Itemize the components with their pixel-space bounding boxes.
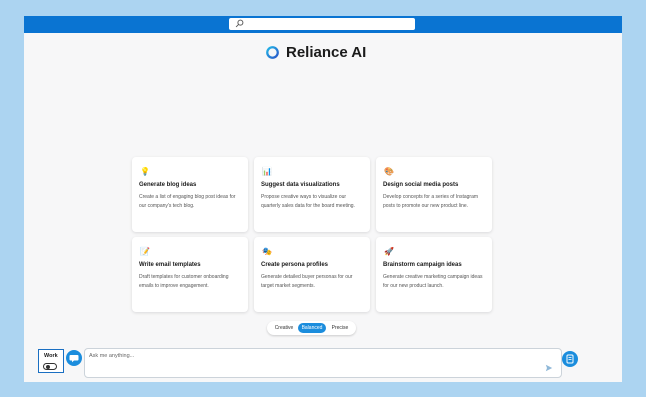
prompt-card-campaign-ideas[interactable]: 🚀 Brainstorm campaign ideas Generate cre… xyxy=(376,237,492,312)
card-title: Brainstorm campaign ideas xyxy=(383,262,462,268)
search-input[interactable] xyxy=(229,18,415,30)
mode-balanced-button[interactable]: Balanced xyxy=(298,323,326,333)
card-description: Propose creative ways to visualize our q… xyxy=(261,194,355,209)
app-window: Reliance AI 💡 Generate blog ideas Create… xyxy=(24,16,622,382)
card-title: Write email templates xyxy=(139,262,201,268)
send-icon[interactable] xyxy=(545,364,553,372)
rocket-icon: 🚀 xyxy=(384,247,394,256)
prompt-card-data-visualizations[interactable]: 📊 Suggest data visualizations Propose cr… xyxy=(254,157,370,232)
chat-input-placeholder: Ask me anything... xyxy=(89,353,135,359)
prompt-card-blog-ideas[interactable]: 💡 Generate blog ideas Create a list of e… xyxy=(132,157,248,232)
card-title: Suggest data visualizations xyxy=(261,182,340,188)
card-description: Generate creative marketing campaign ide… xyxy=(383,274,483,289)
work-label: Work xyxy=(44,353,58,359)
work-toggle[interactable] xyxy=(43,363,57,370)
logo-icon xyxy=(266,46,279,59)
card-description: Draft templates for customer onboarding … xyxy=(139,274,229,289)
page-title: Reliance AI xyxy=(286,44,367,61)
prompt-card-email-templates[interactable]: 📝 Write email templates Draft templates … xyxy=(132,237,248,312)
top-bar xyxy=(24,16,622,33)
work-toggle-panel: Work xyxy=(38,349,64,373)
palette-icon: 🎨 xyxy=(384,167,394,176)
card-title: Design social media posts xyxy=(383,182,459,188)
memo-icon: 📝 xyxy=(140,247,150,256)
lightbulb-icon: 💡 xyxy=(140,167,150,176)
new-chat-button[interactable] xyxy=(66,350,82,366)
card-title: Generate blog ideas xyxy=(139,182,197,188)
prompt-card-persona-profiles[interactable]: 🎭 Create persona profiles Generate detai… xyxy=(254,237,370,312)
chat-icon xyxy=(69,355,79,363)
card-description: Develop concepts for a series of Instagr… xyxy=(383,194,479,209)
conversation-style-selector: Creative Balanced Precise xyxy=(267,321,356,335)
mode-precise-button[interactable]: Precise xyxy=(327,323,353,333)
notebook-button[interactable] xyxy=(562,351,578,367)
theater-masks-icon: 🎭 xyxy=(262,247,272,256)
bar-chart-icon: 📊 xyxy=(262,167,272,176)
card-title: Create persona profiles xyxy=(261,262,329,268)
notebook-icon xyxy=(566,354,574,364)
card-description: Create a list of engaging blog post idea… xyxy=(139,194,236,209)
mode-creative-button[interactable]: Creative xyxy=(271,323,297,333)
chat-input[interactable]: Ask me anything... xyxy=(84,348,562,378)
prompt-card-social-media[interactable]: 🎨 Design social media posts Develop conc… xyxy=(376,157,492,232)
brand: Reliance AI xyxy=(265,44,366,61)
toggle-knob xyxy=(46,365,50,369)
card-description: Generate detailed buyer personas for our… xyxy=(261,274,353,289)
search-icon xyxy=(235,19,244,28)
